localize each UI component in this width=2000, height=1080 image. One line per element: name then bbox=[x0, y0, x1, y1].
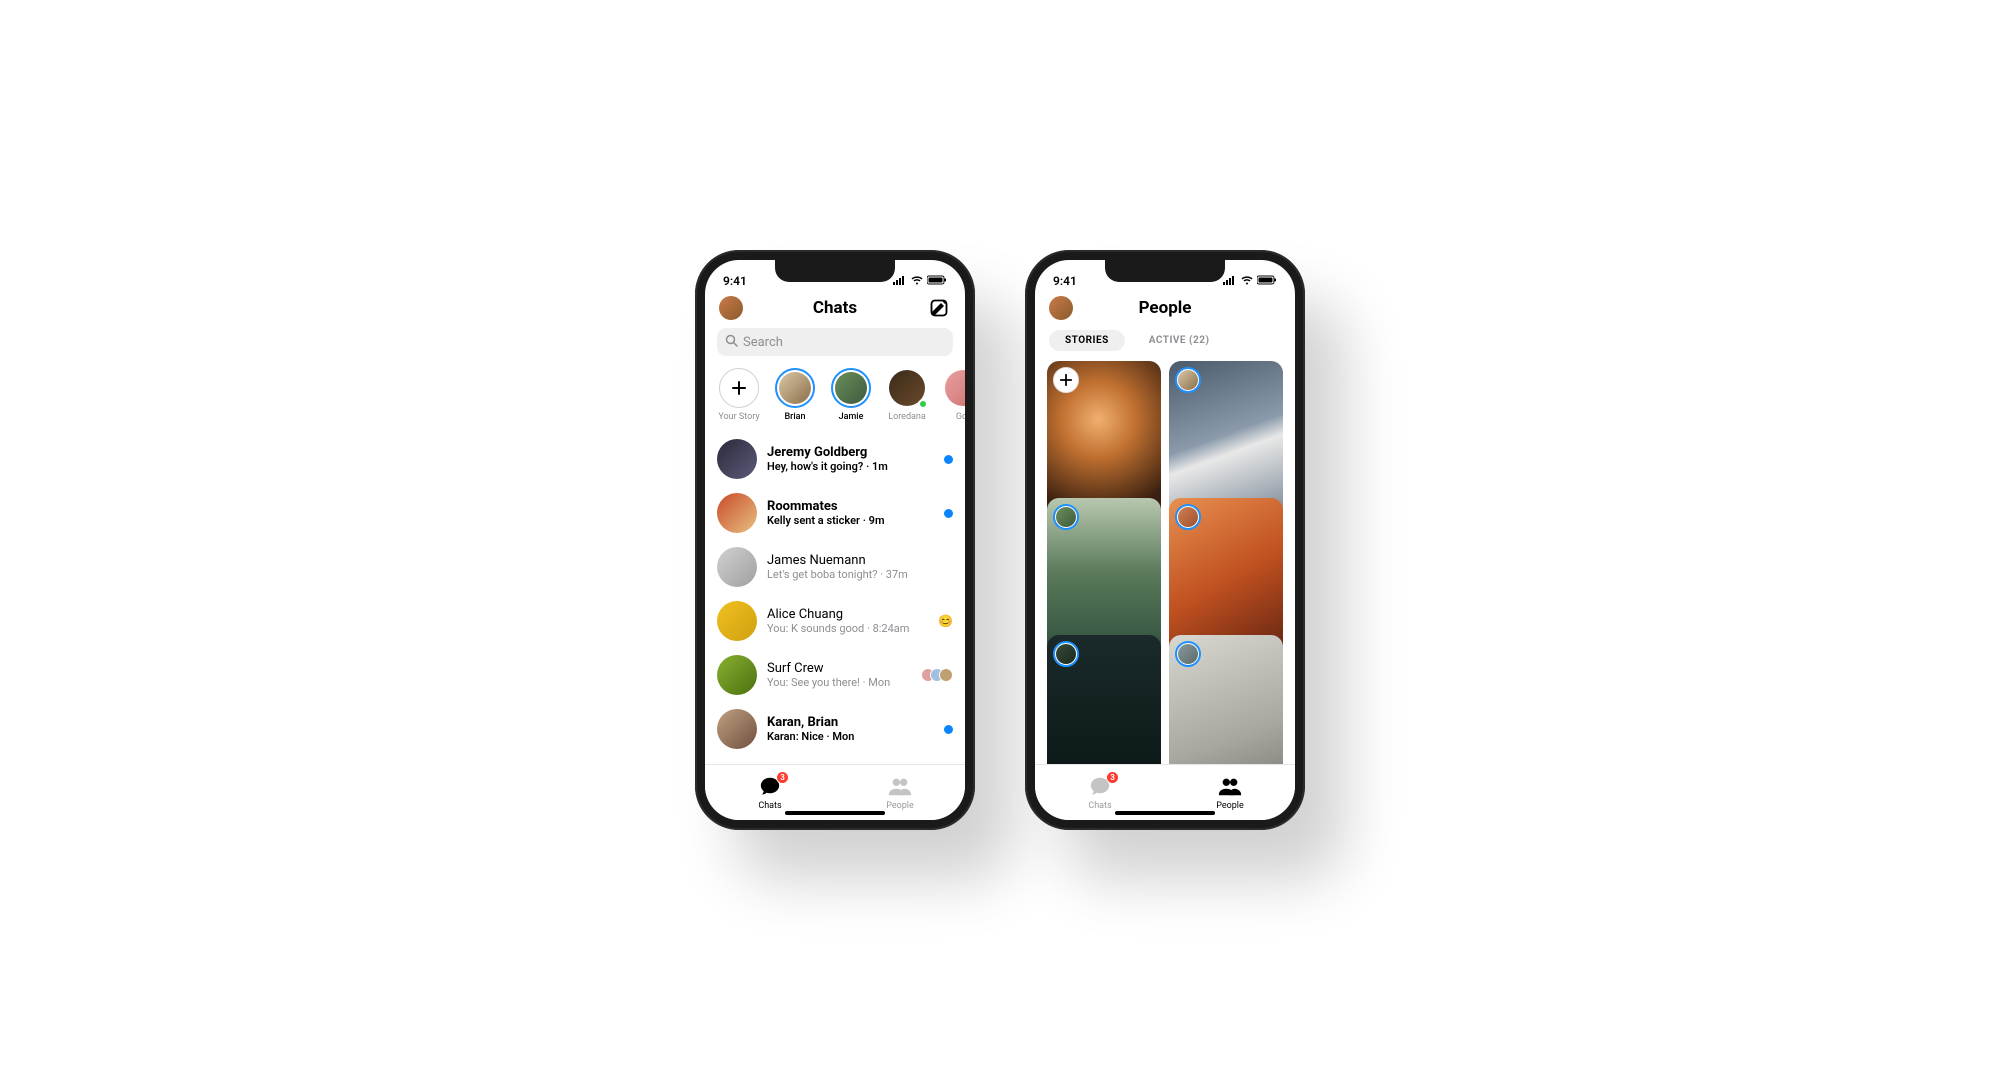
page-title: Chats bbox=[813, 298, 857, 318]
story-label: Jamie bbox=[839, 412, 864, 422]
home-indicator[interactable] bbox=[1115, 811, 1215, 815]
chat-indicator: 😊 bbox=[938, 614, 953, 628]
story-avatar bbox=[775, 368, 815, 408]
chat-row[interactable]: James NuemannLet's get boba tonight? · 3… bbox=[717, 540, 953, 594]
chat-preview: Karan: Nice · Mon bbox=[767, 730, 934, 743]
chat-preview: You: See you there! · Mon bbox=[767, 676, 916, 689]
chat-preview: Hey, how's it going? · 1m bbox=[767, 460, 934, 473]
people-icon bbox=[888, 775, 912, 800]
story-item[interactable]: Loredana bbox=[885, 368, 929, 422]
story-avatar bbox=[943, 368, 965, 408]
story-item[interactable]: Gor bbox=[941, 368, 965, 422]
screen-people: 9:41 People STORIES ACTIVE (22) Add to S… bbox=[1035, 260, 1295, 820]
add-story-icon bbox=[719, 368, 759, 408]
story-grid[interactable]: Add to StoryBrian NelsonJamie Sharpsteen… bbox=[1035, 361, 1295, 764]
chat-name: Alice Chuang bbox=[767, 607, 928, 622]
chats-badge: 3 bbox=[776, 771, 789, 784]
chat-avatar bbox=[717, 547, 757, 587]
chat-name: Jeremy Goldberg bbox=[767, 445, 934, 460]
add-story-icon bbox=[1053, 367, 1079, 393]
segment-active[interactable]: ACTIVE (22) bbox=[1133, 330, 1226, 351]
status-icons bbox=[1223, 274, 1277, 288]
stories-row[interactable]: Your Story Brian Jamie Loredana Gor bbox=[705, 366, 965, 432]
chat-list[interactable]: Jeremy GoldbergHey, how's it going? · 1m… bbox=[705, 432, 965, 764]
chat-name: Karan, Brian bbox=[767, 715, 934, 730]
story-label: Gor bbox=[956, 412, 965, 422]
chat-preview: Kelly sent a sticker · 9m bbox=[767, 514, 934, 527]
signal-icon bbox=[1223, 274, 1237, 288]
chat-preview: You: K sounds good · 8:24am bbox=[767, 622, 928, 635]
status-icons bbox=[893, 274, 947, 288]
story-card[interactable] bbox=[1047, 635, 1161, 764]
chat-name: James Nuemann bbox=[767, 553, 943, 568]
header: People bbox=[1035, 290, 1295, 328]
chat-row[interactable]: Alice ChuangYou: K sounds good · 8:24am 😊 bbox=[717, 594, 953, 648]
chat-name: Roommates bbox=[767, 499, 934, 514]
chat-indicator bbox=[944, 725, 953, 734]
story-card-avatar bbox=[1175, 504, 1201, 530]
notch bbox=[775, 260, 895, 282]
phone-people: 9:41 People STORIES ACTIVE (22) Add to S… bbox=[1025, 250, 1305, 830]
chat-avatar bbox=[717, 655, 757, 695]
chat-row[interactable]: Jeremy GoldbergHey, how's it going? · 1m bbox=[717, 432, 953, 486]
status-time: 9:41 bbox=[1053, 274, 1077, 288]
story-label: Brian bbox=[784, 412, 805, 422]
story-card-avatar bbox=[1053, 504, 1079, 530]
story-card[interactable] bbox=[1169, 635, 1283, 764]
battery-icon bbox=[1257, 274, 1277, 288]
chat-row[interactable]: Surf CrewYou: See you there! · Mon bbox=[717, 648, 953, 702]
story-avatar bbox=[831, 368, 871, 408]
story-item[interactable]: Jamie bbox=[829, 368, 873, 422]
chat-avatar bbox=[717, 493, 757, 533]
search-input[interactable]: Search bbox=[717, 328, 953, 356]
story-label: Your Story bbox=[718, 412, 759, 422]
story-label: Loredana bbox=[888, 412, 926, 422]
tab-chats-label: Chats bbox=[758, 801, 781, 811]
page-title: People bbox=[1139, 298, 1192, 318]
header: Chats bbox=[705, 290, 965, 328]
profile-avatar[interactable] bbox=[1049, 296, 1073, 320]
story-card-avatar bbox=[1175, 641, 1201, 667]
chat-avatar bbox=[717, 709, 757, 749]
tab-people-label: People bbox=[886, 801, 914, 811]
story-item[interactable]: Brian bbox=[773, 368, 817, 422]
chat-icon: 3 bbox=[1089, 775, 1111, 800]
chat-indicator bbox=[944, 455, 953, 464]
chat-avatar bbox=[717, 601, 757, 641]
segment-stories[interactable]: STORIES bbox=[1049, 330, 1125, 351]
compose-button[interactable] bbox=[927, 296, 951, 320]
home-indicator[interactable] bbox=[785, 811, 885, 815]
chats-badge: 3 bbox=[1106, 771, 1119, 784]
people-icon bbox=[1218, 775, 1242, 800]
signal-icon bbox=[893, 274, 907, 288]
chat-indicator bbox=[944, 509, 953, 518]
wifi-icon bbox=[1240, 274, 1254, 288]
search-placeholder: Search bbox=[743, 335, 783, 350]
chat-avatar bbox=[717, 439, 757, 479]
status-time: 9:41 bbox=[723, 274, 747, 288]
notch bbox=[1105, 260, 1225, 282]
chat-preview: Let's get boba tonight? · 37m bbox=[767, 568, 943, 581]
story-card-avatar bbox=[1175, 367, 1201, 393]
tab-people-label: People bbox=[1216, 801, 1244, 811]
story-item[interactable]: Your Story bbox=[717, 368, 761, 422]
wifi-icon bbox=[910, 274, 924, 288]
chat-row[interactable]: RoommatesKelly sent a sticker · 9m bbox=[717, 486, 953, 540]
screen-chats: 9:41 Chats Search Your StoryBri bbox=[705, 260, 965, 820]
online-indicator bbox=[918, 399, 928, 409]
chat-name: Surf Crew bbox=[767, 661, 916, 676]
story-avatar bbox=[887, 368, 927, 408]
profile-avatar[interactable] bbox=[719, 296, 743, 320]
chat-row[interactable]: Karan, BrianKaran: Nice · Mon bbox=[717, 702, 953, 756]
search-icon bbox=[725, 334, 738, 351]
segments: STORIES ACTIVE (22) bbox=[1035, 328, 1295, 361]
story-card-avatar bbox=[1053, 641, 1079, 667]
battery-icon bbox=[927, 274, 947, 288]
chat-icon: 3 bbox=[759, 775, 781, 800]
chat-indicator bbox=[926, 668, 953, 682]
tab-chats-label: Chats bbox=[1088, 801, 1111, 811]
phone-chats: 9:41 Chats Search Your StoryBri bbox=[695, 250, 975, 830]
